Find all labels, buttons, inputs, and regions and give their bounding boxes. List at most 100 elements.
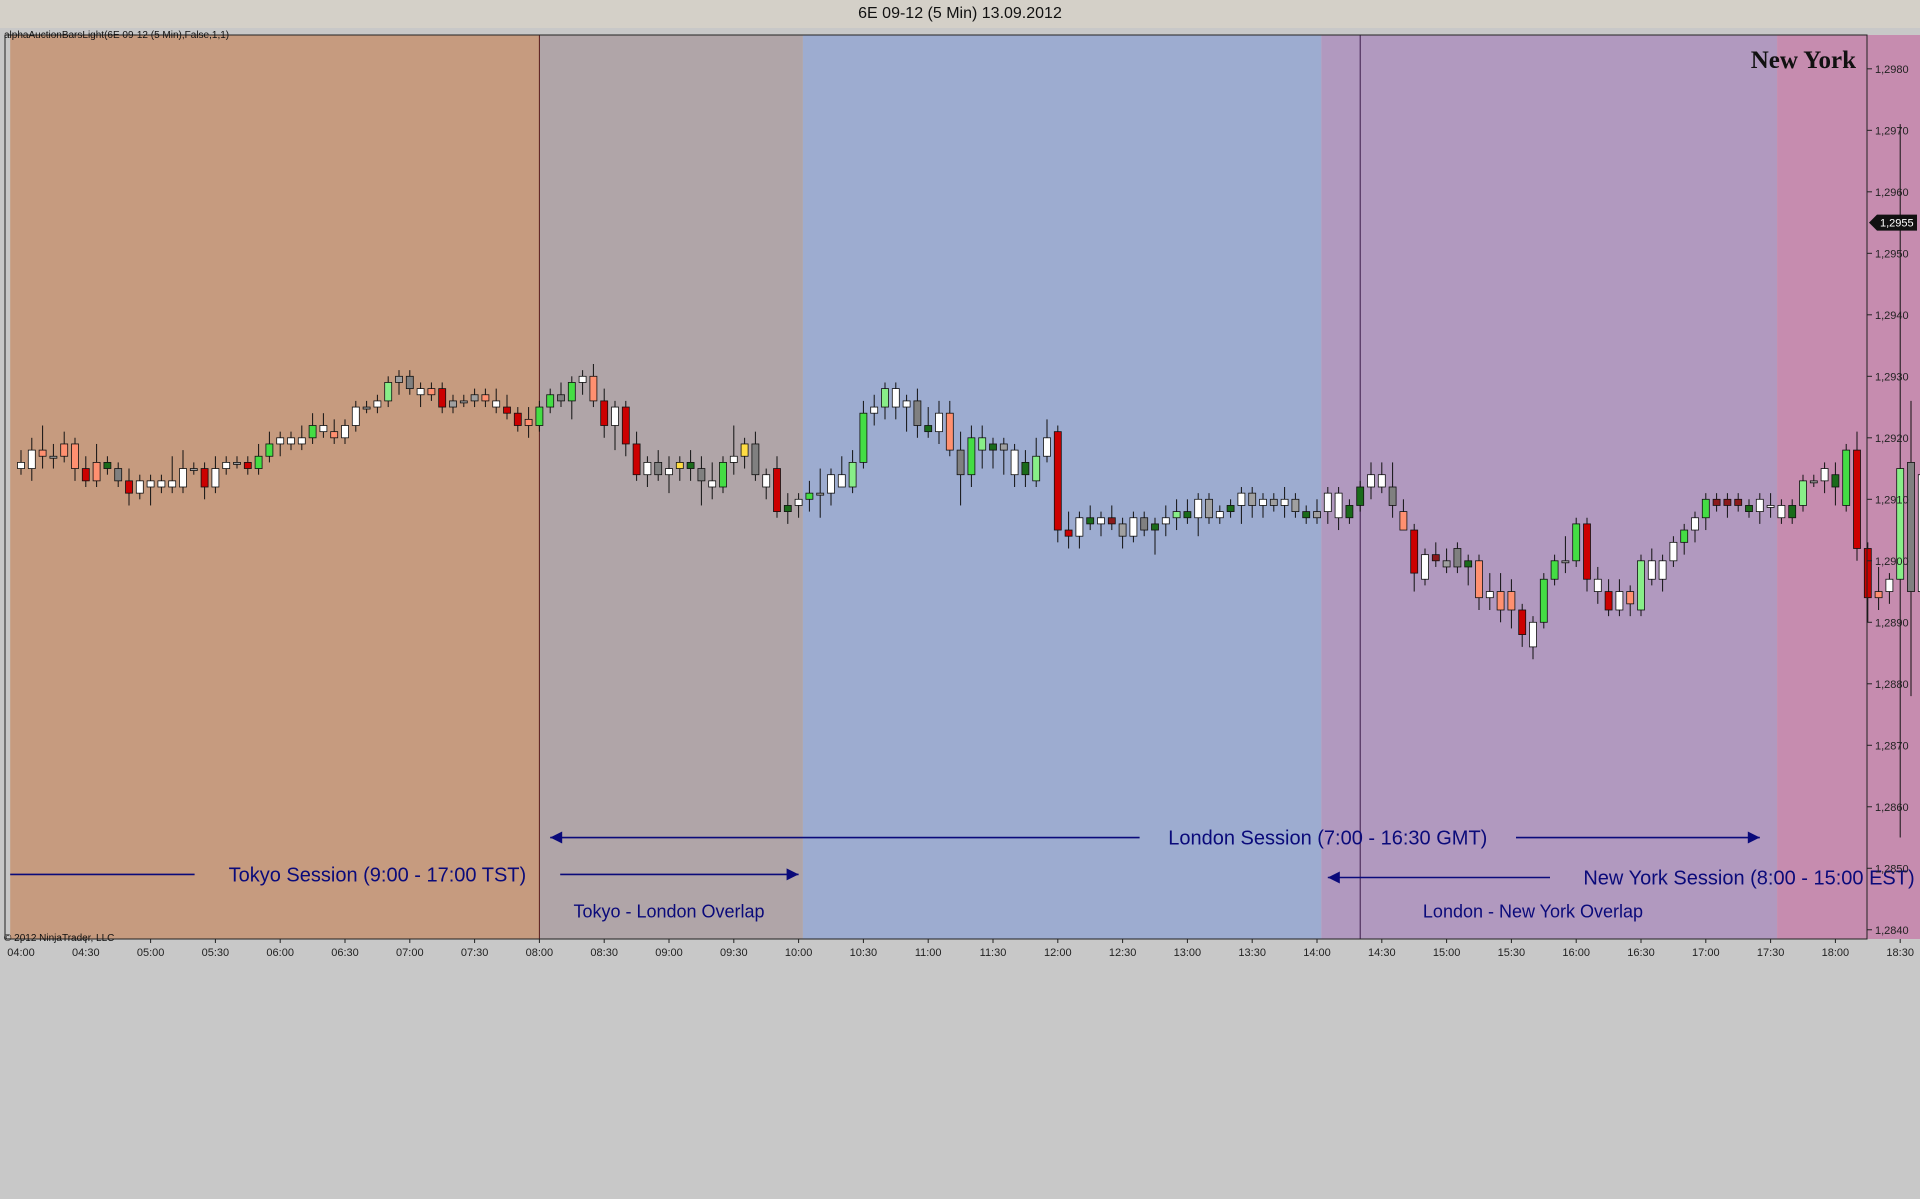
candle-body xyxy=(71,443,79,469)
candle-body xyxy=(729,455,738,463)
candle-body xyxy=(1539,578,1548,623)
candle-body xyxy=(1010,449,1019,476)
x-tick-label: 18:30 xyxy=(1886,947,1914,959)
candle-body xyxy=(1205,498,1213,519)
candle-body xyxy=(1118,523,1127,537)
candle-body xyxy=(1691,517,1699,531)
x-tick-label: 15:00 xyxy=(1433,947,1461,959)
candle-body xyxy=(1431,554,1440,562)
candle-body xyxy=(1097,517,1105,525)
candle-body xyxy=(794,498,803,506)
candle-body xyxy=(1421,554,1429,580)
candle-body xyxy=(1496,591,1505,611)
candle-body xyxy=(146,480,155,488)
candle-body xyxy=(1475,560,1483,599)
x-tick-label: 07:30 xyxy=(461,947,489,959)
candle-body xyxy=(243,462,252,469)
x-tick-label: 14:30 xyxy=(1368,947,1396,959)
x-tick-label: 15:30 xyxy=(1498,947,1526,959)
candle-body xyxy=(1907,462,1915,592)
candle-body xyxy=(924,425,933,433)
candle-body xyxy=(1550,560,1559,580)
y-tick-label: 1,2850 xyxy=(1875,863,1909,875)
y-tick-label: 1,2970 xyxy=(1875,125,1909,137)
x-tick-label: 18:00 xyxy=(1822,947,1850,959)
candle-body xyxy=(157,480,166,488)
y-tick-label: 1,2980 xyxy=(1875,64,1909,76)
candle-body xyxy=(643,462,652,476)
candle-body xyxy=(1766,505,1775,508)
candle-body xyxy=(535,406,544,426)
candle-body xyxy=(1723,498,1732,506)
candle-body xyxy=(1161,517,1170,525)
candle-body xyxy=(1356,486,1365,506)
x-tick-label: 05:00 xyxy=(137,947,165,959)
candle-body xyxy=(470,394,479,402)
candle-body xyxy=(611,406,619,426)
candle-body xyxy=(654,462,663,476)
candle-body xyxy=(600,400,609,426)
newyork-session-label: New York Session (8:00 - 15:00 EST) xyxy=(1583,868,1914,890)
candle-body xyxy=(686,462,695,469)
candle-body xyxy=(1777,505,1786,519)
candle-body xyxy=(967,437,976,476)
x-tick-label: 10:00 xyxy=(785,947,813,959)
x-tick-label: 13:30 xyxy=(1238,947,1266,959)
candle-body xyxy=(1302,511,1311,519)
candle-body xyxy=(1248,492,1257,506)
candle-body xyxy=(1680,529,1689,543)
candle-body xyxy=(60,443,69,457)
candle-body xyxy=(125,480,133,494)
candle-body xyxy=(524,418,533,426)
candle-body xyxy=(459,400,468,404)
y-tick-label: 1,2910 xyxy=(1875,494,1909,506)
candle-body xyxy=(1572,523,1581,562)
candle-body xyxy=(1107,517,1116,525)
candle-body xyxy=(546,394,555,408)
candle-body xyxy=(27,449,36,469)
candle-body xyxy=(1399,511,1408,531)
x-tick-label: 04:00 xyxy=(7,947,35,959)
indicator-label: alphaAuctionBarsLight(6E 09-12 (5 Min),F… xyxy=(4,30,229,41)
x-tick-label: 09:00 xyxy=(655,947,683,959)
candle-body xyxy=(1172,511,1181,519)
x-tick-label: 04:30 xyxy=(72,947,100,959)
candle-body xyxy=(1151,523,1159,531)
candle-body xyxy=(1874,591,1883,599)
x-tick-label: 12:30 xyxy=(1109,947,1137,959)
candle-body xyxy=(1561,560,1570,564)
candle-body xyxy=(567,382,576,402)
y-tick-label: 1,2900 xyxy=(1875,556,1909,568)
candle-body xyxy=(1734,498,1743,506)
x-tick-label: 11:30 xyxy=(980,947,1007,959)
candle-body xyxy=(589,375,598,402)
candle-body xyxy=(276,437,285,445)
candle-body xyxy=(945,412,954,451)
candle-body xyxy=(913,400,922,426)
candle-body xyxy=(1215,511,1224,519)
candle-body xyxy=(902,400,911,408)
candle-body xyxy=(751,443,760,476)
y-tick-label: 1,2860 xyxy=(1875,802,1909,814)
candle-body xyxy=(373,400,382,408)
session-band-london xyxy=(802,35,1322,939)
candle-body xyxy=(319,425,328,433)
x-tick-label: 07:00 xyxy=(396,947,424,959)
candle-body xyxy=(1140,517,1149,531)
candle-body xyxy=(708,480,717,488)
candle-body xyxy=(719,462,727,488)
candle-body xyxy=(233,462,241,465)
candle-body xyxy=(632,443,641,476)
candlestick-chart[interactable]: London Session (7:00 - 16:30 GMT) Tokyo S… xyxy=(0,28,1920,1199)
candle-body xyxy=(265,443,274,457)
candle-body xyxy=(1712,498,1721,506)
candle-body xyxy=(1529,621,1537,648)
candle-body xyxy=(1183,511,1192,519)
y-tick-label: 1,2940 xyxy=(1875,310,1909,322)
candle-body xyxy=(1345,505,1354,519)
candle-body xyxy=(362,406,371,410)
candle-body xyxy=(1259,498,1267,506)
candle-body xyxy=(114,468,123,482)
candle-body xyxy=(1377,474,1386,488)
london-session-label: London Session (7:00 - 16:30 GMT) xyxy=(1168,828,1487,850)
